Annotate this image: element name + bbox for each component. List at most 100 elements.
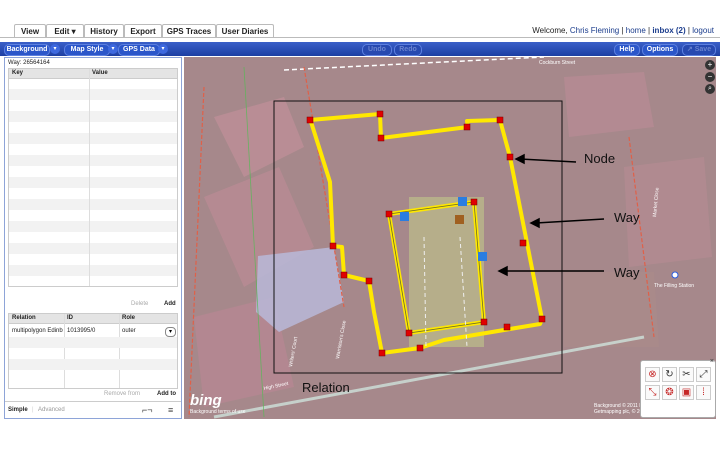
role-column-header: Role: [122, 315, 136, 321]
node-marker[interactable]: [463, 123, 471, 131]
simple-mode-button[interactable]: Simple: [8, 407, 28, 413]
user-name-link[interactable]: Chris Fleming: [570, 26, 619, 35]
home-link[interactable]: home: [626, 26, 646, 35]
delete-icon[interactable]: ⊗: [645, 367, 660, 382]
tab-gps-traces[interactable]: GPS Traces: [162, 24, 216, 38]
square-icon[interactable]: ▣: [679, 385, 694, 400]
table-row[interactable]: [9, 111, 177, 122]
delete-tag-button[interactable]: Delete: [131, 301, 148, 307]
node-annotation: Node: [584, 151, 616, 166]
street-label-top: Cockburn Street: [539, 60, 576, 66]
undo-button[interactable]: Undo: [362, 44, 392, 56]
column-divider: [89, 69, 90, 286]
table-row[interactable]: [9, 243, 177, 254]
scissors-icon[interactable]: ✂: [679, 367, 694, 382]
node-marker[interactable]: [506, 153, 514, 161]
top-navigation: View Edit ▾ History Export GPS Traces Us…: [0, 0, 720, 38]
help-button[interactable]: Help: [614, 44, 640, 56]
way-annotation-inner: Way: [614, 265, 640, 280]
role-dropdown-icon[interactable]: ▾: [165, 327, 176, 337]
bing-terms-link[interactable]: Background terms of use: [190, 409, 246, 415]
column-divider: [119, 314, 120, 388]
way-annotation-outer: Way: [614, 210, 640, 225]
add-to-relation-button[interactable]: Add to: [157, 391, 176, 397]
zoom-out-button[interactable]: −: [705, 72, 715, 82]
inbox-link[interactable]: inbox (2): [652, 26, 685, 35]
table-row[interactable]: [9, 199, 177, 210]
split-icon[interactable]: ⤡: [645, 385, 660, 400]
circularise-icon[interactable]: ❂: [662, 385, 677, 400]
tab-history[interactable]: History: [84, 24, 124, 38]
table-row[interactable]: [9, 89, 177, 100]
node-marker[interactable]: [480, 318, 488, 326]
gps-data-dropdown-icon[interactable]: ▾: [158, 44, 168, 54]
save-icon: ↗: [686, 46, 693, 53]
relation-id: 1013995/0: [67, 328, 96, 334]
value-column-header: Value: [92, 70, 108, 76]
logout-link[interactable]: logout: [692, 26, 714, 35]
node-marker[interactable]: [340, 271, 348, 279]
relation-annotation: Relation: [302, 380, 350, 395]
redo-button[interactable]: Redo: [394, 44, 422, 56]
search-icon[interactable]: ⌕: [705, 84, 715, 94]
parking-icon[interactable]: [400, 212, 409, 221]
table-row[interactable]: [9, 133, 177, 144]
background-button[interactable]: Background: [4, 44, 50, 56]
tab-edit[interactable]: Edit ▾: [46, 24, 84, 38]
relation-column-header: Relation: [12, 315, 36, 321]
tag-presets-icon[interactable]: ⌐¬: [142, 405, 153, 415]
map-canvas[interactable]: Cockburn Street Market Close Writers' Co…: [184, 57, 716, 419]
node-marker[interactable]: [405, 329, 413, 337]
node-marker[interactable]: [376, 110, 384, 118]
table-row[interactable]: [9, 221, 177, 232]
add-tag-button[interactable]: Add: [164, 301, 176, 307]
bing-logo: bing: [190, 392, 222, 409]
node-marker[interactable]: [377, 134, 385, 142]
map-graphics: Cockburn Street Market Close Writers' Co…: [184, 57, 716, 419]
map-style-button[interactable]: Map Style: [64, 44, 110, 56]
save-button[interactable]: ↗ Save: [682, 44, 716, 56]
node-marker[interactable]: [329, 242, 337, 250]
advanced-mode-button[interactable]: Advanced: [38, 407, 65, 413]
parking-icon[interactable]: [458, 197, 467, 206]
column-divider: [64, 314, 65, 388]
node-marker[interactable]: [503, 323, 511, 331]
options-button[interactable]: Options: [642, 44, 678, 56]
remove-from-relation-button[interactable]: Remove from: [104, 391, 140, 397]
reverse-icon[interactable]: ↻: [662, 367, 677, 382]
close-icon[interactable]: ×: [710, 358, 714, 365]
map-style-dropdown-icon[interactable]: ▾: [108, 44, 118, 54]
tool-palette: ⊗ ↻ ✂ ⤢ ⤡ ❂ ▣ ⁞ ×: [640, 358, 716, 418]
node-marker[interactable]: [385, 210, 393, 218]
table-row[interactable]: [9, 359, 177, 370]
parking-icon[interactable]: [478, 252, 487, 261]
poi-marker-icon[interactable]: [671, 271, 679, 279]
panel-bottom-bar: Simple | Advanced ⌐¬ ≡: [5, 401, 181, 419]
poi-icon[interactable]: [455, 215, 464, 224]
tab-export[interactable]: Export: [124, 24, 162, 38]
table-row[interactable]: [9, 155, 177, 166]
editor-toolbar: Background ▾ Map Style ▾ GPS Data ▾ Undo…: [0, 42, 720, 56]
tab-user-diaries[interactable]: User Diaries: [216, 24, 274, 38]
node-marker[interactable]: [365, 277, 373, 285]
table-row[interactable]: [9, 337, 177, 348]
gps-data-button[interactable]: GPS Data: [118, 44, 160, 56]
node-marker[interactable]: [496, 116, 504, 124]
tag-table-header: Key Value: [9, 69, 177, 79]
node-marker[interactable]: [519, 239, 527, 247]
node-marker[interactable]: [416, 344, 424, 352]
straighten-icon[interactable]: ⤢: [696, 367, 711, 382]
poi-label: The Filling Station: [654, 283, 694, 289]
tab-view[interactable]: View: [14, 24, 46, 38]
node-marker[interactable]: [470, 198, 478, 206]
zoom-in-button[interactable]: +: [705, 60, 715, 70]
table-row[interactable]: [9, 177, 177, 188]
node-marker[interactable]: [306, 116, 314, 124]
table-row[interactable]: [9, 265, 177, 276]
background-dropdown-icon[interactable]: ▾: [50, 44, 60, 54]
node-marker[interactable]: [538, 315, 546, 323]
merge-icon[interactable]: ⁞: [696, 385, 711, 400]
properties-panel: Way: 26564164 Key Value Delete Add Relat…: [4, 57, 182, 419]
node-marker[interactable]: [378, 349, 386, 357]
list-icon[interactable]: ≡: [168, 405, 173, 415]
